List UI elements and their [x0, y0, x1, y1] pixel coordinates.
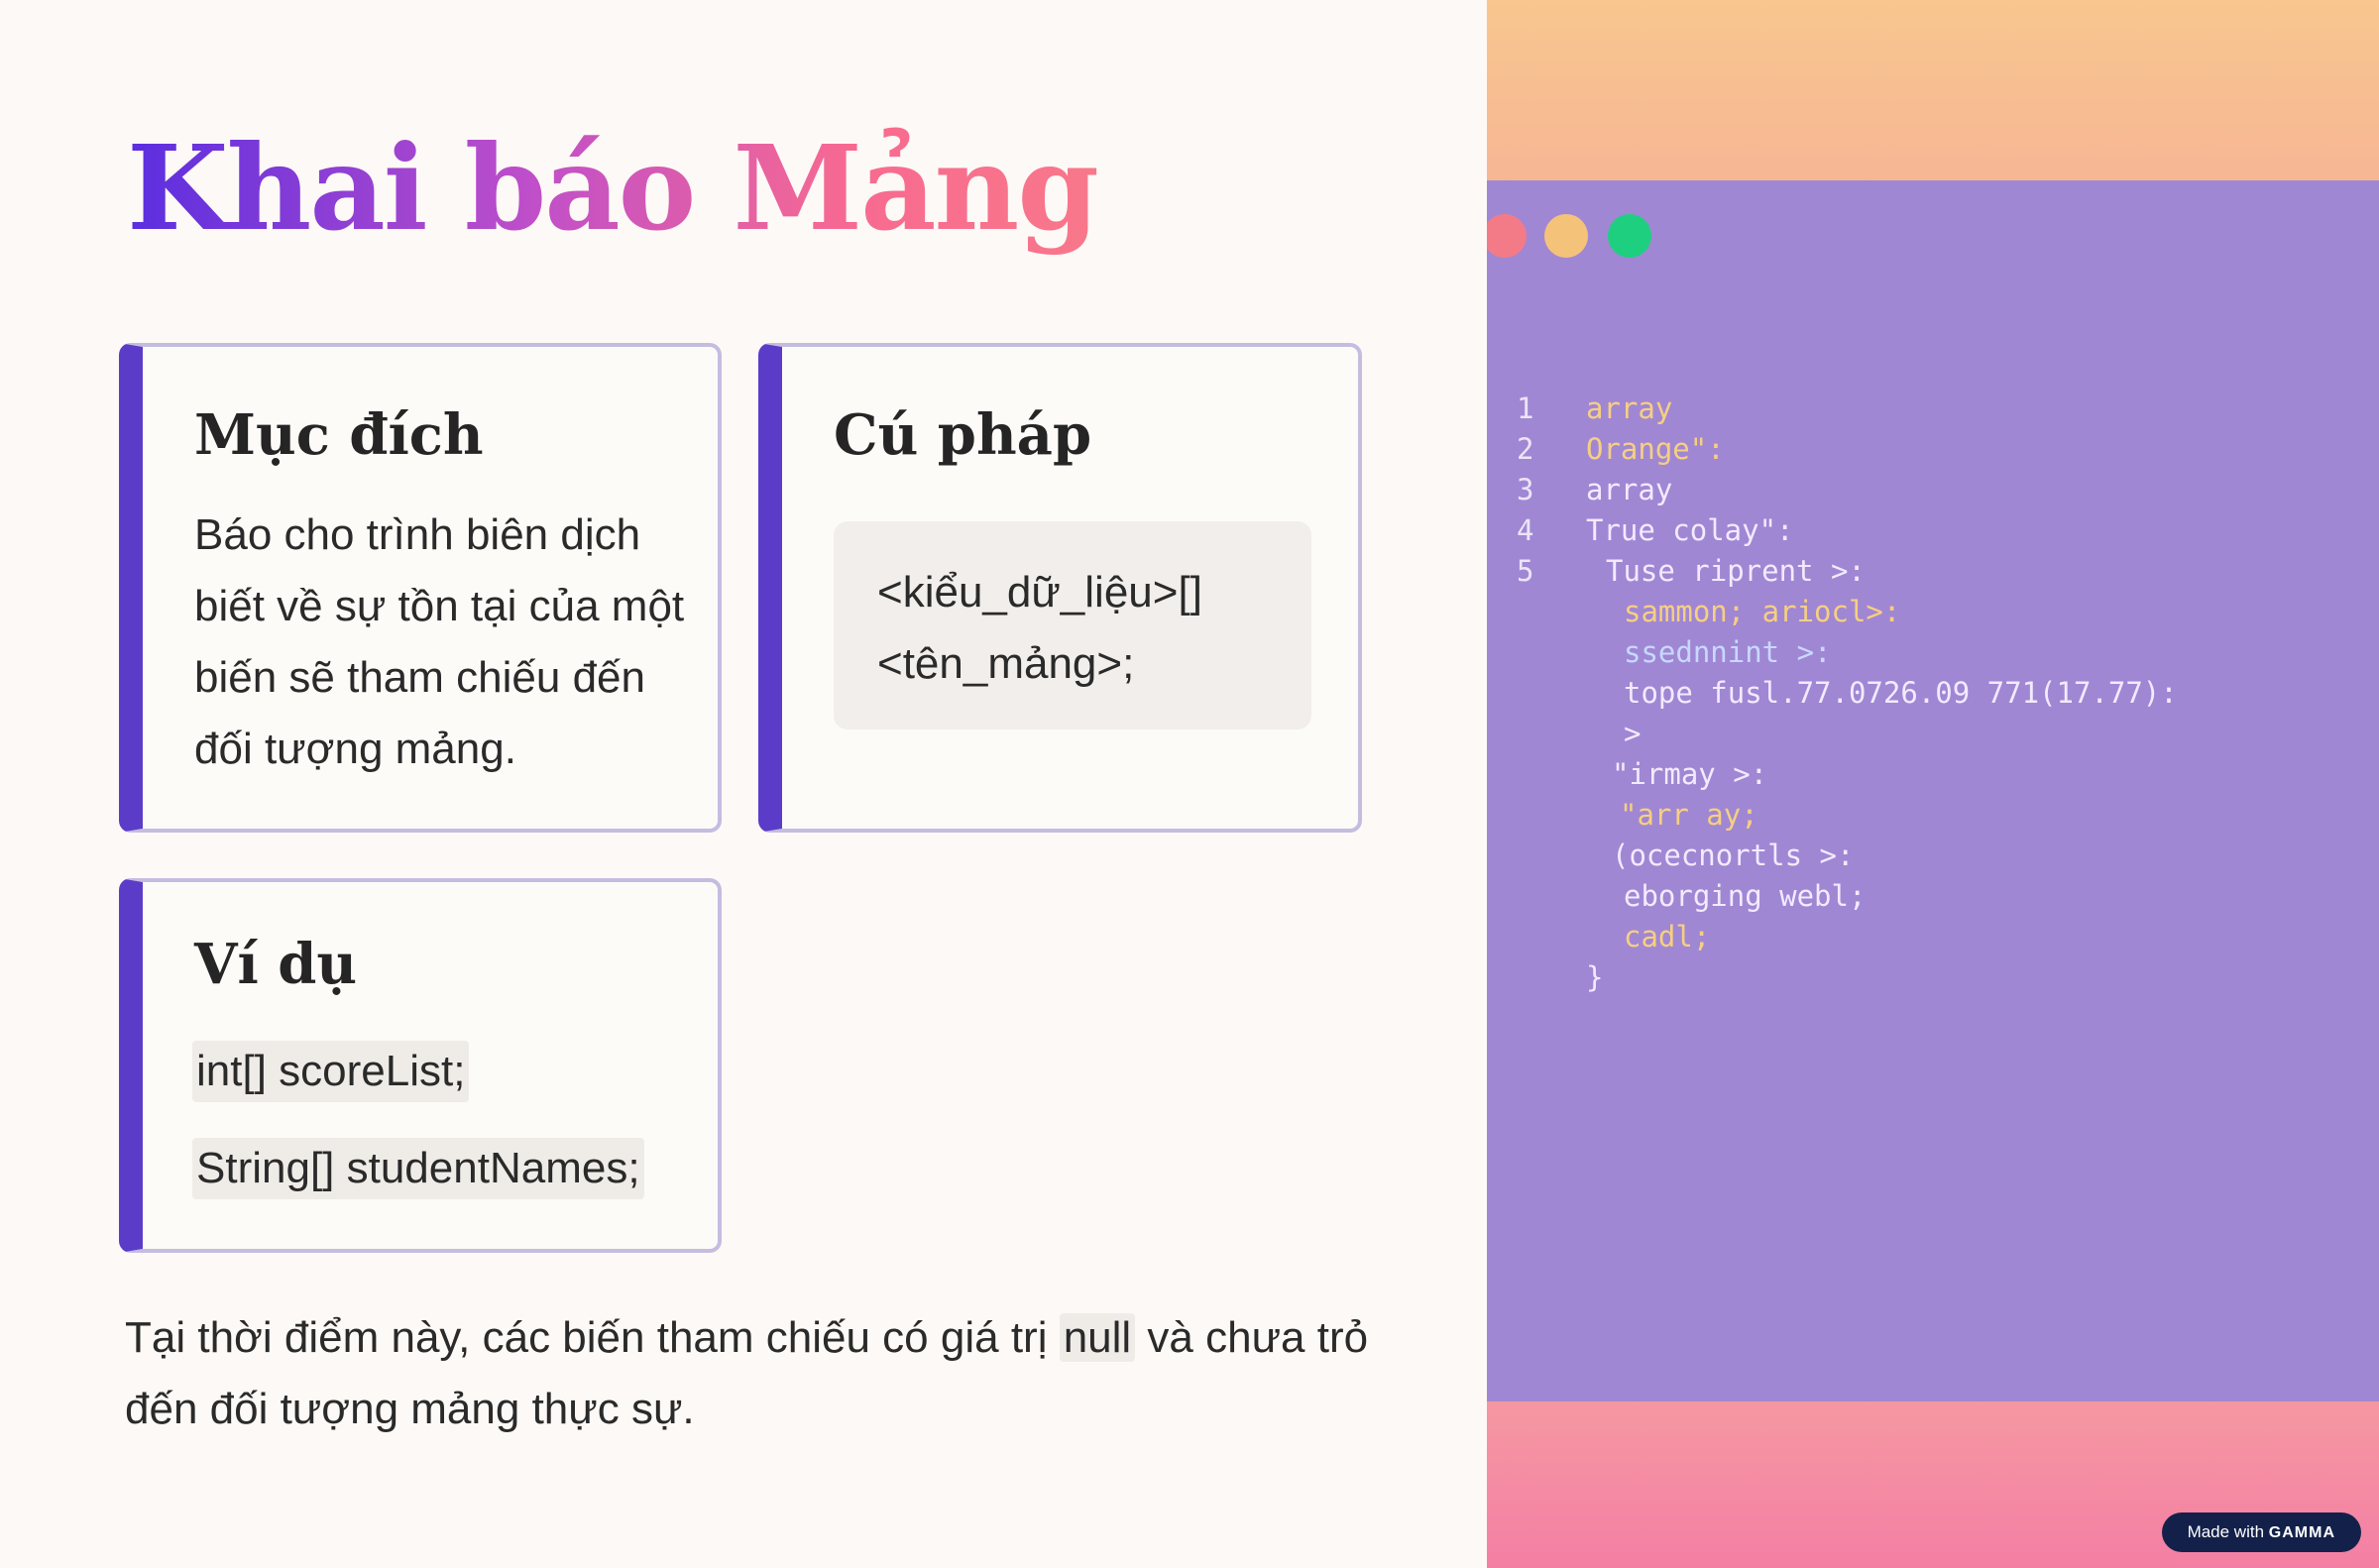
syntax-heading: Cú pháp: [834, 402, 1092, 468]
code-text: array: [1586, 473, 1673, 506]
code-text: Tuse riprent >:: [1606, 554, 1866, 588]
syntax-code-line: <tên_mảng>;: [877, 639, 1135, 688]
syntax-code-block: <kiểu_dữ_liệu>[] <tên_mảng>;: [834, 521, 1311, 729]
line-number: 1: [1517, 392, 1534, 425]
minimize-dot-icon: [1544, 214, 1588, 258]
close-dot-icon: [1487, 214, 1527, 258]
badge-prefix: Made with: [2187, 1522, 2265, 1541]
line-number: 2: [1517, 432, 1534, 466]
code-text: ssednnint >:: [1624, 635, 1832, 669]
null-code: null: [1059, 1313, 1136, 1362]
code-text: cadl;: [1624, 920, 1711, 953]
code-text: "arr ay;: [1620, 798, 1758, 832]
code-text: array: [1586, 392, 1673, 425]
example-code-line: String[] studentNames;: [192, 1138, 644, 1199]
note-text: Tại thời điểm này, các biến tham chiếu c…: [125, 1302, 1414, 1445]
code-illustration-panel: 1 array 2 Orange": 3 array 4 True colay": 5 T…: [1487, 0, 2379, 1568]
line-number: 3: [1517, 473, 1534, 506]
code-text: True colay":: [1586, 513, 1794, 547]
purpose-heading: Mục đích: [194, 402, 484, 468]
note-text-start: Tại thời điểm này, các biến tham chiếu c…: [125, 1313, 1060, 1362]
code-text: Orange":: [1586, 432, 1725, 466]
code-text: sammon; ariocl>:: [1624, 595, 1901, 628]
code-text: eborging webl;: [1624, 879, 1867, 913]
code-text: }: [1586, 960, 1604, 994]
example-card: Ví dụ int[] scoreList; String[] studentN…: [119, 878, 722, 1253]
code-text: (ocecnortls >:: [1612, 839, 1855, 872]
gamma-logo: GAMMA: [2268, 1524, 2335, 1541]
code-text: tope fusl.77.0726.09 771(17.77):: [1624, 676, 2178, 710]
maximize-dot-icon: [1608, 214, 1651, 258]
slide-title: Khai báo Mảng: [127, 119, 1099, 257]
example-heading: Ví dụ: [194, 932, 358, 997]
code-text: >: [1624, 717, 1642, 750]
line-number: 5: [1517, 554, 1534, 588]
code-text: "irmay >:: [1612, 757, 1768, 791]
purpose-text: Báo cho trình biên dịch biết về sự tồn t…: [194, 510, 685, 773]
syntax-card: Cú pháp <kiểu_dữ_liệu>[] <tên_mảng>;: [758, 343, 1362, 833]
syntax-code-line: <kiểu_dữ_liệu>[]: [877, 568, 1202, 616]
line-number: 4: [1517, 513, 1534, 547]
purpose-card: Mục đích Báo cho trình biên dịch biết về…: [119, 343, 722, 833]
slide-content: Khai báo Mảng Mục đích Báo cho trình biê…: [0, 0, 1487, 1568]
made-with-gamma-badge[interactable]: Made with GAMMA: [2161, 1512, 2361, 1552]
example-code-line: int[] scoreList;: [192, 1041, 470, 1102]
code-editor-window: 1 array 2 Orange": 3 array 4 True colay": 5 T…: [1487, 180, 2379, 1401]
